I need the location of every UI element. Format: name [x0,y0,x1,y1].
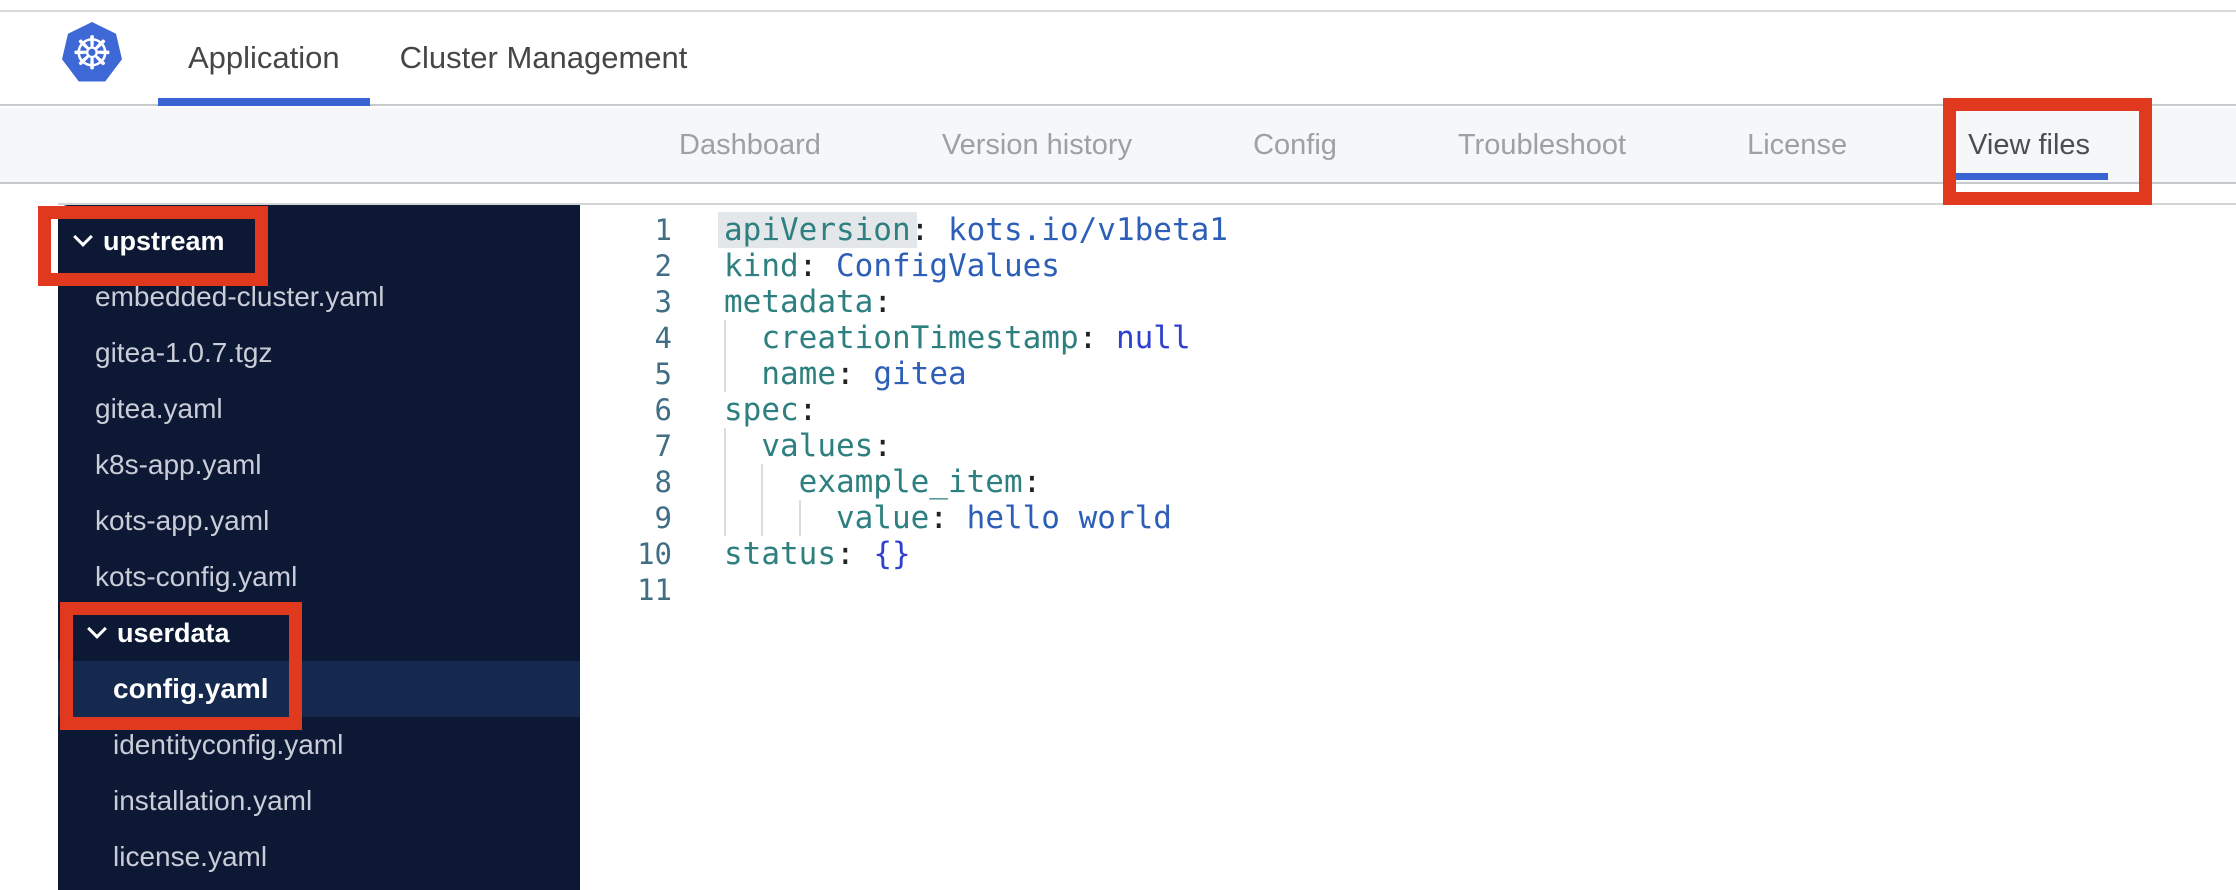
subnav-tab-label: Troubleshoot [1457,128,1627,161]
subnav-tab-label: Config [1253,128,1337,161]
file-label: gitea-1.0.7.tgz [95,337,273,368]
file-label: embedded-cluster.yaml [95,281,385,312]
header-tab-cluster-management[interactable]: Cluster Management [370,12,718,104]
folder-label: upstream [103,225,225,256]
active-tab-underline [1950,173,2109,180]
subnav-tab-dashboard[interactable]: Dashboard [661,108,839,182]
header-tab-label: Application [188,40,340,75]
app-subnav: Dashboard Version history Config Troublesho… [0,108,2236,184]
tree-item-license-yaml[interactable]: license.yaml [58,829,580,885]
code-line-1: 1 apiVersion: kots.io/v1beta1 [580,212,2236,248]
subnav-tab-license[interactable]: License [1729,108,1865,182]
chevron-down-icon[interactable] [76,230,91,245]
code-line-text: name: gitea [724,356,966,392]
kubernetes-logo-icon: ☸ [62,22,122,84]
file-label: license.yaml [113,841,268,872]
code-line-text: metadata: [724,284,892,320]
code-line-text: kind: ConfigValues [724,248,1060,284]
code-line-text: values: [724,428,892,464]
line-number: 1 [654,213,672,247]
line-number: 6 [654,393,672,427]
app-header: ☸ Application Cluster Management [0,12,2236,106]
code-line-5: 5 name: gitea [580,356,2236,392]
code-line-text: creationTimestamp: null [724,320,1190,356]
code-line-3: 3 metadata: [580,284,2236,320]
code-line-text: value: hello world [724,500,1172,536]
code-line-text: apiVersion: kots.io/v1beta1 [724,212,1228,248]
tree-item-identityconfig-yaml[interactable]: identityconfig.yaml [58,717,580,773]
code-editor[interactable]: 1 apiVersion: kots.io/v1beta1 2 kind: Confi… [580,205,2236,890]
subnav-tab-label: View files [1968,128,2091,161]
file-tree-sidebar: upstream embedded-cluster.yaml gitea-1.0.7… [58,205,580,890]
code-line-9: 9 value: hello world [580,500,2236,536]
subnav-tab-troubleshoot[interactable]: Troubleshoot [1440,108,1644,182]
tree-item-userdata[interactable]: userdata [58,605,580,661]
tree-item-gitea-yaml[interactable]: gitea.yaml [58,381,580,437]
folder-label: userdata [117,617,230,648]
subnav-tab-label: License [1747,128,1848,161]
subnav-tab-view-files[interactable]: View files [1950,108,2109,182]
file-label: gitea.yaml [95,393,223,424]
kubernetes-wheel-icon: ☸ [71,26,113,80]
line-number: 4 [654,321,672,355]
code-line-10: 10 status: {} [580,536,2236,572]
subnav-tab-version-history[interactable]: Version history [924,108,1150,182]
line-number: 9 [654,501,672,535]
code-line-text: status: {} [724,536,911,572]
line-number: 11 [637,573,672,607]
code-line-text: example_item: [724,464,1042,500]
tree-item-k8s-app-yaml[interactable]: k8s-app.yaml [58,437,580,493]
subnav-tab-label: Version history [941,128,1133,161]
code-line-4: 4 creationTimestamp: null [580,320,2236,356]
tree-item-kots-config-yaml[interactable]: kots-config.yaml [58,549,580,605]
file-label: config.yaml [113,673,269,704]
subnav-tabs: Dashboard Version history Config Troublesho… [0,108,2236,182]
code-line-8: 8 example_item: [580,464,2236,500]
line-number: 2 [654,249,672,283]
tree-item-installation-yaml[interactable]: installation.yaml [58,773,580,829]
file-label: identityconfig.yaml [113,729,344,760]
main-content: upstream embedded-cluster.yaml gitea-1.0.7… [58,203,2236,890]
line-number: 8 [654,465,672,499]
tree-item-upstream[interactable]: upstream [58,213,580,269]
file-label: kots-app.yaml [95,505,270,536]
header-tab-application[interactable]: Application [158,12,370,106]
code-line-7: 7 values: [580,428,2236,464]
tree-item-embedded-cluster-yaml[interactable]: embedded-cluster.yaml [58,269,580,325]
code-line-text: spec: [724,392,818,428]
tree-item-gitea-1-0-7-tgz[interactable]: gitea-1.0.7.tgz [58,325,580,381]
line-number: 10 [637,537,672,571]
active-tab-underline [158,98,370,106]
subnav-tab-label: Dashboard [679,128,821,161]
header-tabs: Application Cluster Management [158,12,718,106]
file-label: kots-config.yaml [95,561,298,592]
chevron-down-icon[interactable] [90,622,105,637]
line-number: 3 [654,285,672,319]
line-number: 5 [654,357,672,391]
code-line-11: 11 [580,572,2236,608]
subnav-tab-config[interactable]: Config [1235,108,1355,182]
file-label: k8s-app.yaml [95,449,262,480]
code-line-6: 6 spec: [580,392,2236,428]
header-tab-label: Cluster Management [399,40,688,75]
line-number: 7 [654,429,672,463]
tree-item-kots-app-yaml[interactable]: kots-app.yaml [58,493,580,549]
code-line-2: 2 kind: ConfigValues [580,248,2236,284]
tree-item-config-yaml[interactable]: config.yaml [58,661,580,717]
file-label: installation.yaml [113,785,313,816]
